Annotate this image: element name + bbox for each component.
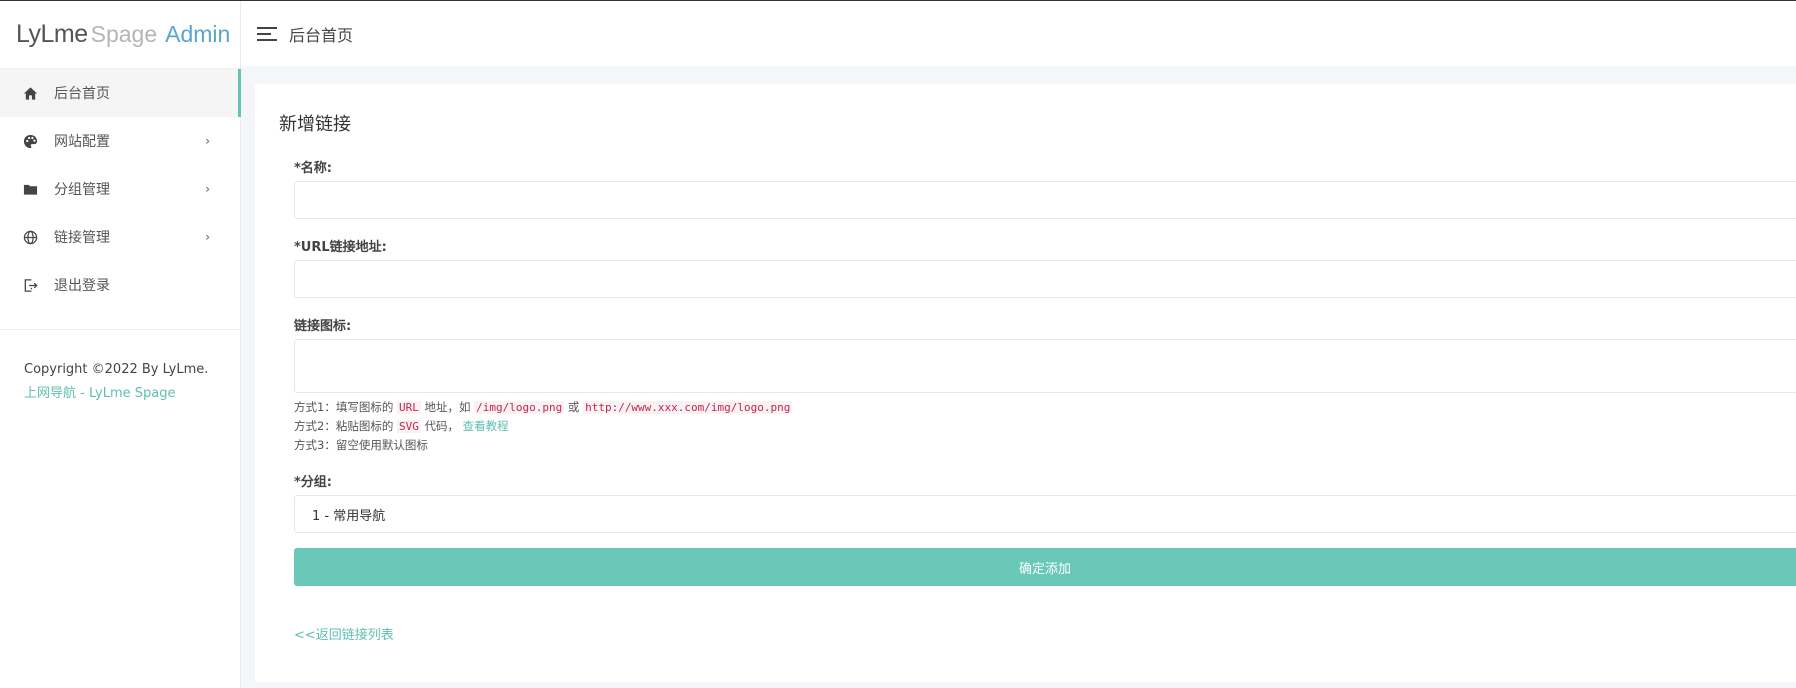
chevron-right-icon: › (205, 182, 210, 196)
confirm-add-button[interactable]: 确定添加 (294, 548, 1796, 586)
help-line-2: 方式2：粘贴图标的 SVG 代码， 查看教程 (294, 419, 509, 433)
sidebar-item-link-management[interactable]: 链接管理 › (0, 213, 240, 261)
copyright-text: Copyright ©2022 By LyLme. (24, 362, 209, 377)
icon-textarea[interactable] (294, 339, 1796, 393)
url-input[interactable] (294, 260, 1796, 298)
name-input[interactable] (294, 181, 1796, 219)
logo-part-lylme: LyLme (16, 20, 88, 48)
sidebar-item-label: 退出登录 (54, 278, 110, 294)
sidebar-item-dashboard[interactable]: 后台首页 (0, 69, 241, 117)
sidebar: LyLme Spage Admin 后台首页 网站配置 › 分组管理 › 链接管… (0, 1, 241, 688)
help-line-1: 方式1：填写图标的 URL 地址，如 /img/logo.png 或 http:… (294, 400, 793, 414)
chevron-right-icon: › (205, 134, 210, 148)
url-label: *URL链接地址: (294, 240, 387, 255)
globe-icon (22, 229, 38, 245)
icon-label: 链接图标: (294, 319, 352, 334)
home-icon (22, 85, 38, 101)
group-select-value: 1 - 常用导航 (312, 508, 386, 524)
copyright-block: Copyright ©2022 By LyLme. 上网导航 - LyLme S… (0, 330, 240, 406)
page-title: 后台首页 (289, 25, 354, 45)
logo[interactable]: LyLme Spage Admin (0, 1, 240, 69)
view-tutorial-link[interactable]: 查看教程 (463, 419, 509, 433)
logout-icon (22, 277, 38, 293)
add-link-card: 新增链接 *名称: *URL链接地址: 链接图标: 方式1：填写图标的 URL … (255, 84, 1796, 682)
logo-part-admin: Admin (165, 21, 231, 47)
group-label: *分组: (294, 475, 332, 490)
sidebar-item-label: 后台首页 (54, 86, 110, 102)
sidebar-item-group-management[interactable]: 分组管理 › (0, 165, 240, 213)
sidebar-item-site-config[interactable]: 网站配置 › (0, 117, 240, 165)
back-to-link-list-link[interactable]: <<返回链接列表 (294, 624, 394, 643)
card-title: 新增链接 (279, 114, 351, 135)
chevron-right-icon: › (205, 230, 210, 244)
help-line-3: 方式3：留空使用默认图标 (294, 438, 428, 452)
group-select[interactable]: 1 - 常用导航 (294, 495, 1796, 533)
palette-icon (22, 133, 38, 149)
sidebar-item-label: 网站配置 (54, 134, 110, 150)
sidebar-item-label: 分组管理 (54, 182, 110, 198)
sidebar-item-label: 链接管理 (54, 230, 110, 246)
top-header: 后台首页 (241, 1, 1796, 66)
folder-icon (22, 181, 38, 197)
sidebar-nav: 后台首页 网站配置 › 分组管理 › 链接管理 › 退出登录 (0, 69, 241, 309)
name-label: *名称: (294, 161, 332, 176)
icon-help-text: 方式1：填写图标的 URL 地址，如 /img/logo.png 或 http:… (294, 398, 793, 455)
footer-home-link[interactable]: 上网导航 - LyLme Spage (24, 386, 175, 401)
menu-toggle-icon[interactable] (257, 26, 277, 41)
logo-part-spage: Spage (90, 21, 158, 47)
sidebar-item-logout[interactable]: 退出登录 (0, 261, 240, 309)
